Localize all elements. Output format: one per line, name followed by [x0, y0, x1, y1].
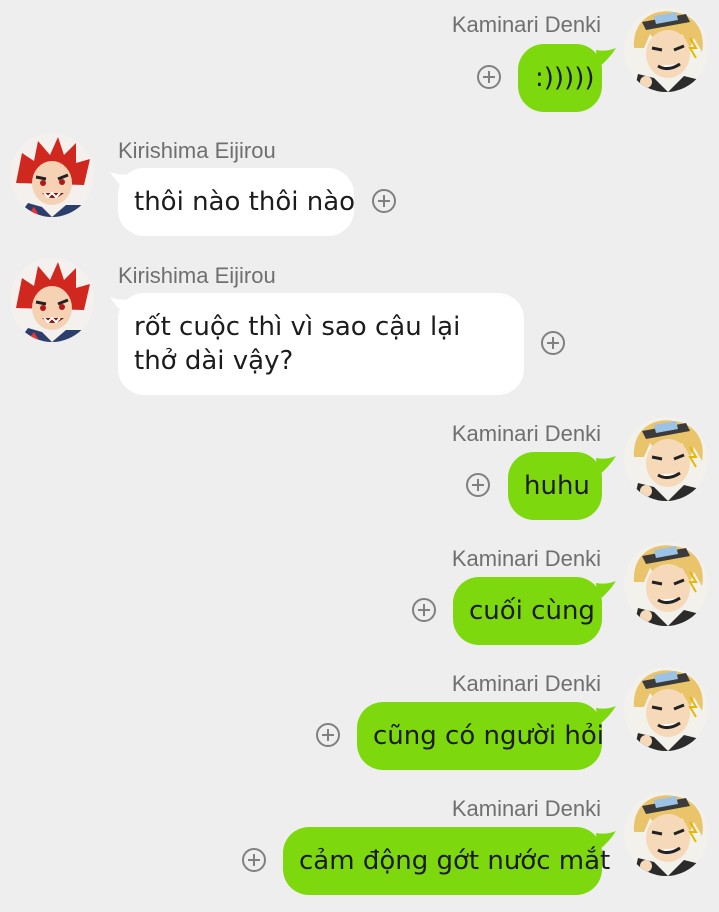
add-reaction-icon[interactable]	[242, 848, 266, 872]
kaminari-avatar-icon[interactable]	[624, 542, 708, 626]
add-reaction-icon[interactable]	[541, 331, 565, 355]
sender-name: Kaminari Denki	[451, 671, 601, 696]
kaminari-avatar-icon[interactable]	[624, 8, 708, 92]
kaminari-avatar-icon[interactable]	[624, 417, 708, 501]
message-bubble[interactable]: cảm động gớt nước mắt	[283, 827, 610, 895]
add-reaction-icon[interactable]	[477, 65, 501, 89]
sender-name: Kirishima Eijirou	[118, 138, 276, 163]
kaminari-avatar-icon[interactable]	[624, 667, 708, 751]
message-bubble[interactable]: :)))))	[518, 44, 602, 112]
add-reaction-icon[interactable]	[412, 598, 436, 622]
message-bubble[interactable]: cũng có người hỏi	[357, 702, 604, 770]
sender-name: Kaminari Denki	[451, 421, 601, 446]
sender-name: Kaminari Denki	[451, 546, 601, 571]
message-bubble[interactable]: cuối cùng	[453, 577, 602, 645]
sender-name: Kirishima Eijirou	[118, 263, 276, 288]
message-bubble[interactable]: huhu	[508, 452, 602, 520]
sender-name: Kaminari Denki	[451, 12, 601, 37]
kirishima-avatar-icon[interactable]	[10, 258, 94, 342]
kirishima-avatar-icon[interactable]	[10, 133, 94, 217]
message-bubble[interactable]: thôi nào thôi nào	[118, 168, 355, 236]
add-reaction-icon[interactable]	[372, 189, 396, 213]
message-bubble[interactable]: rốt cuộc thì vì sao cậu lại thở dài vậy?	[118, 293, 524, 395]
kaminari-avatar-icon[interactable]	[624, 792, 708, 876]
sender-name: Kaminari Denki	[451, 796, 601, 821]
add-reaction-icon[interactable]	[316, 723, 340, 747]
add-reaction-icon[interactable]	[466, 473, 490, 497]
